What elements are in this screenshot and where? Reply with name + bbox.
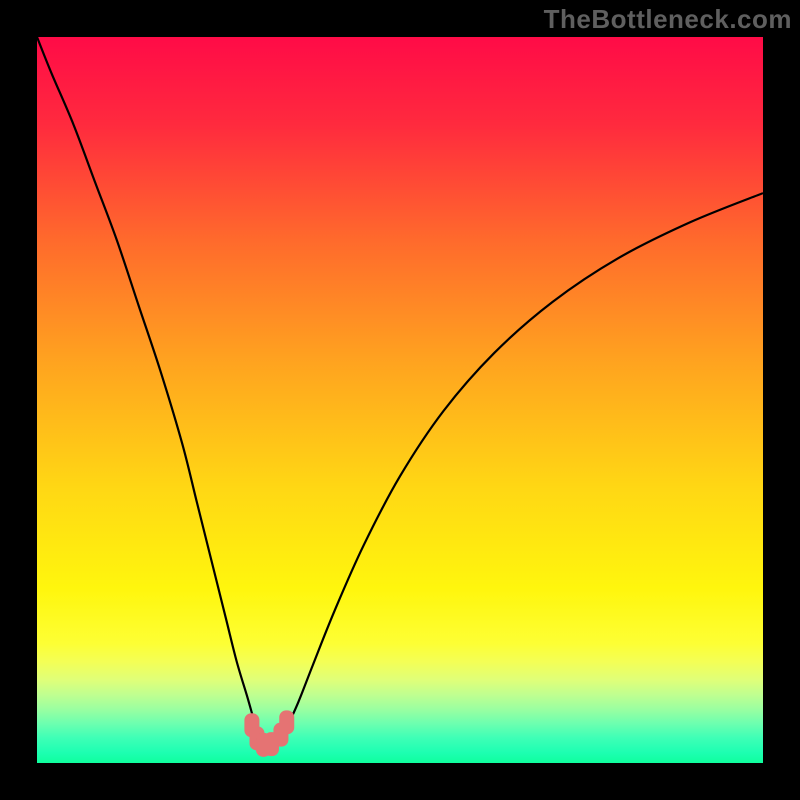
watermark-text: TheBottleneck.com [544, 4, 792, 35]
chart-frame: TheBottleneck.com [0, 0, 800, 800]
plot-area [37, 37, 763, 763]
curve-marker [279, 710, 294, 734]
gradient-background [37, 37, 763, 763]
chart-svg [37, 37, 763, 763]
